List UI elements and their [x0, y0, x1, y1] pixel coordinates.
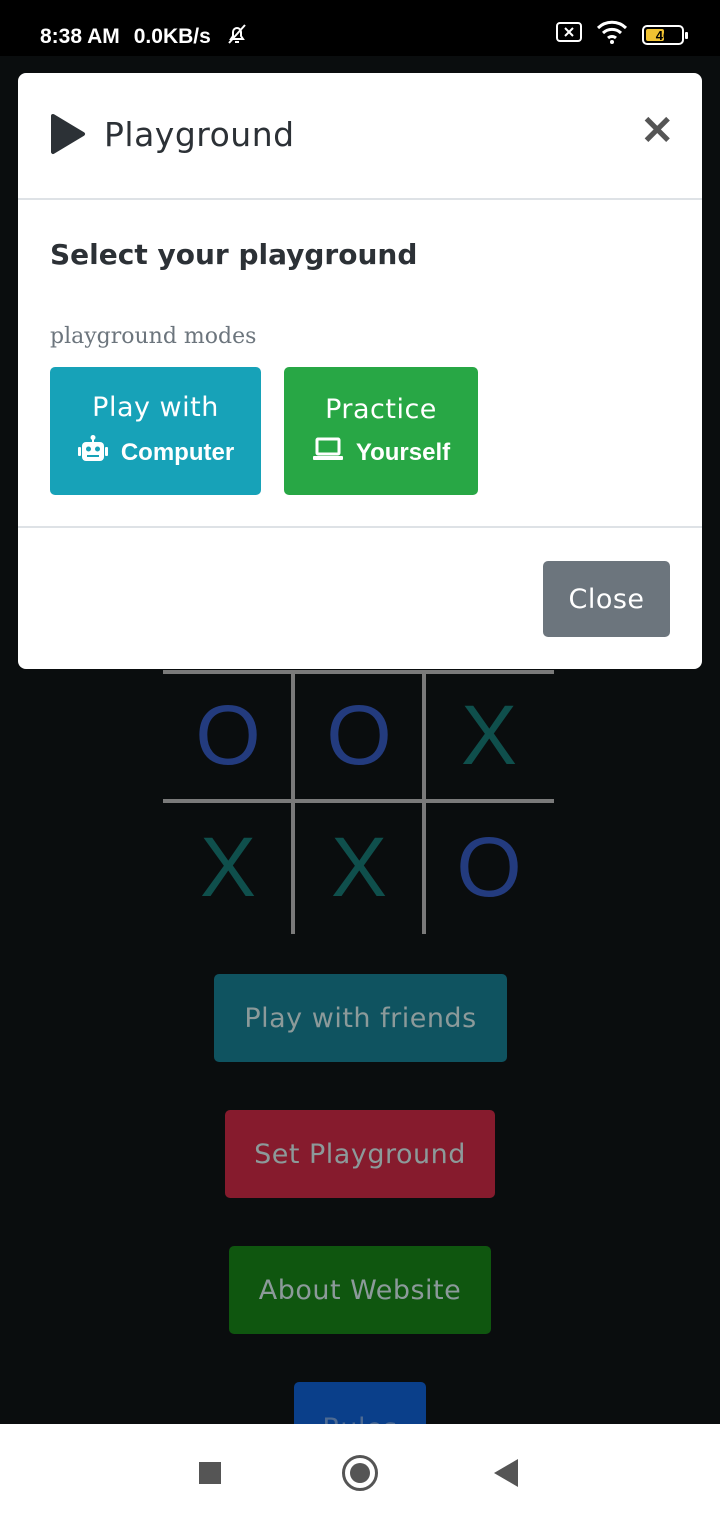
- back-triangle-icon[interactable]: [494, 1459, 518, 1487]
- practice-yourself-button[interactable]: Practice Yourself: [284, 367, 478, 495]
- battery-icon: 46: [642, 25, 688, 45]
- board-cell[interactable]: X: [163, 802, 293, 932]
- rules-button-label: Rules: [322, 1413, 397, 1424]
- computer-button-line2: Computer: [120, 438, 235, 466]
- board-cell[interactable]: O: [163, 670, 293, 800]
- modes-label: playground modes: [50, 324, 257, 349]
- board-cell[interactable]: X: [424, 670, 554, 800]
- close-button[interactable]: Close: [543, 561, 670, 637]
- play-friends-button[interactable]: Play with friends: [214, 974, 507, 1062]
- mute-bell-icon: [225, 22, 249, 52]
- board-cell[interactable]: O: [294, 670, 424, 800]
- home-circle-icon[interactable]: [342, 1455, 378, 1491]
- playground-modal: Playground ✕ Select your playground play…: [18, 73, 702, 669]
- about-website-button[interactable]: About Website: [229, 1246, 491, 1334]
- board-cell[interactable]: X: [294, 802, 424, 932]
- modal-title: Playground: [104, 115, 295, 154]
- modal-header: Playground ✕: [18, 73, 702, 200]
- tic-tac-toe-board: O O X X X O: [163, 670, 554, 934]
- recents-square-icon[interactable]: [199, 1462, 221, 1484]
- set-playground-button[interactable]: Set Playground: [225, 1110, 495, 1198]
- status-time: 8:38 AM: [40, 25, 120, 48]
- rules-button[interactable]: Rules: [294, 1382, 426, 1424]
- battery-level: 46: [655, 27, 671, 43]
- wifi-icon: [596, 20, 628, 50]
- status-bar: 8:38 AM 0.0KB/s 46: [0, 0, 720, 56]
- computer-button-line1: Play with: [92, 392, 219, 423]
- close-icon[interactable]: ✕: [640, 111, 674, 151]
- select-heading: Select your playground: [50, 238, 418, 271]
- system-navbar: [0, 1424, 720, 1520]
- laptop-icon: [312, 437, 344, 468]
- play-with-computer-button[interactable]: Play with Computer: [50, 367, 261, 495]
- yourself-button-line1: Practice: [325, 394, 437, 425]
- modal-body: Select your playground playground modes …: [18, 200, 702, 528]
- sim-x-icon: [556, 22, 582, 48]
- yourself-button-line2: Yourself: [355, 438, 451, 466]
- board-cell[interactable]: O: [424, 802, 554, 932]
- robot-icon: [77, 435, 109, 470]
- status-net-speed: 0.0KB/s: [133, 25, 211, 48]
- play-icon: [50, 113, 86, 159]
